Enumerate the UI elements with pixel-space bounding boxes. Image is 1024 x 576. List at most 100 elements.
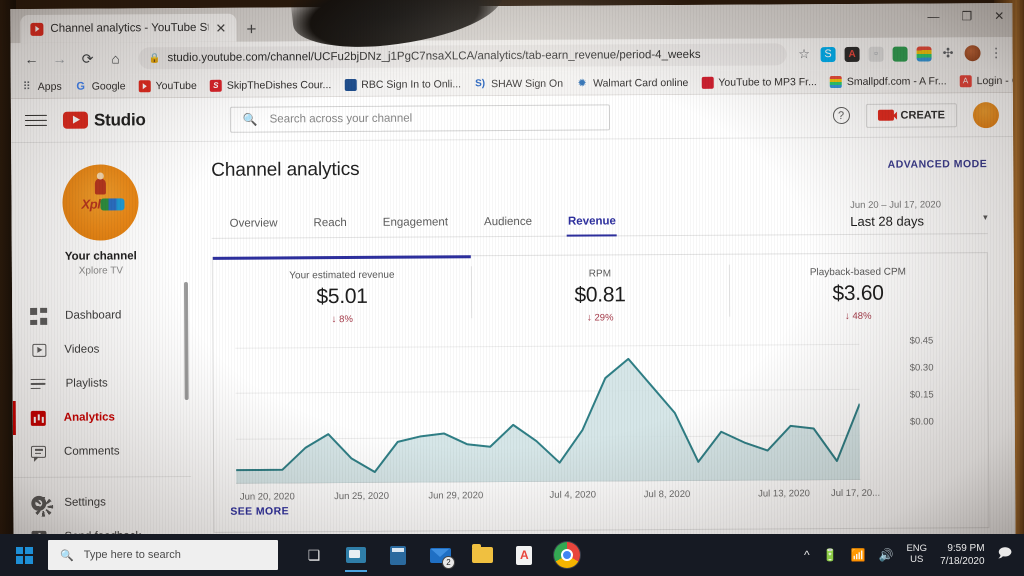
sidebar-item-videos[interactable]: Videos <box>12 332 190 367</box>
app-calculator-icon[interactable] <box>386 543 410 567</box>
bookmark-star-icon[interactable]: ☆ <box>797 46 812 62</box>
studio-logo[interactable]: Studio <box>62 110 146 131</box>
analytics-tabs: Overview Reach Engagement Audience Reven… <box>211 199 988 239</box>
chart-area-fill <box>236 358 861 484</box>
x-tick-label: Jul 17, 20... <box>830 487 881 500</box>
bookmark-shaw[interactable]: S) SHAW Sign On <box>474 77 563 90</box>
bookmark-rbc[interactable]: RBC Sign In to Onli... <box>344 78 461 91</box>
see-more-link[interactable]: SEE MORE <box>230 505 289 517</box>
omnibox-icons: ☆ S A ▫ ✣ ⋮ <box>797 45 1005 62</box>
app-teams-icon[interactable] <box>344 543 368 572</box>
windows-start-icon[interactable] <box>0 534 48 576</box>
profile-avatar-icon[interactable] <box>964 45 981 62</box>
forward-button[interactable]: → <box>47 46 73 72</box>
metric-estimated-revenue[interactable]: Your estimated revenue $5.01 ↓ 8% <box>213 256 471 330</box>
chevron-down-icon[interactable]: ▾ <box>983 199 988 223</box>
bookmark-google[interactable]: G Google <box>75 79 126 93</box>
minimize-button[interactable]: — <box>927 9 939 23</box>
youtube-icon <box>138 79 151 92</box>
y-tick-label: $0.15 <box>909 389 934 401</box>
sidebar-item-analytics[interactable]: Analytics <box>13 400 191 435</box>
reload-button[interactable]: ⟳ <box>75 46 101 72</box>
metric-playback-cpm[interactable]: Playback-based CPM $3.60 ↓ 48% <box>729 253 987 327</box>
app-acrobat-reader-icon[interactable] <box>512 543 536 567</box>
task-view-icon[interactable]: ❏ <box>302 543 326 567</box>
walmart-icon: ✹ <box>577 77 587 90</box>
metric-delta: ↓ 29% <box>471 312 729 325</box>
hamburger-menu-icon[interactable] <box>24 114 48 127</box>
date-range-preset: Last 28 days <box>850 213 924 229</box>
battery-icon[interactable]: 🔋 <box>823 548 838 562</box>
home-button[interactable]: ⌂ <box>103 45 129 71</box>
bookmark-label: SkipTheDishes Cour... <box>226 78 332 92</box>
new-tab-button[interactable]: + <box>246 20 256 39</box>
inactive-extension-icon[interactable]: ▫ <box>868 46 884 62</box>
bookmark-label: SHAW Sign On <box>491 77 564 90</box>
sidebar-item-label: Analytics <box>63 411 115 424</box>
taskbar-search-input[interactable]: 🔍 Type here to search <box>48 540 278 570</box>
bookmark-walmart[interactable]: ✹ Walmart Card online <box>576 76 688 89</box>
sidebar-item-dashboard[interactable]: Dashboard <box>12 298 190 333</box>
smallpdf-extension-icon[interactable] <box>916 45 932 62</box>
app-file-explorer-icon[interactable] <box>470 543 494 567</box>
bookmark-smallpdf[interactable]: Smallpdf.com - A Fr... <box>829 75 947 88</box>
help-question-icon[interactable]: ? <box>832 106 850 125</box>
bookmark-login-gsnfast[interactable]: A Login - Gsnnfast Unl... <box>959 74 1013 87</box>
y-tick-label: $0.00 <box>910 416 934 428</box>
back-button[interactable]: ← <box>19 46 45 72</box>
extensions-puzzle-icon[interactable]: ✣ <box>941 45 956 61</box>
y-axis-labels: $0.45 $0.30 $0.15 $0.00 <box>863 335 934 479</box>
rbc-icon <box>344 78 357 91</box>
address-bar[interactable]: 🔒 studio.youtube.com/channel/UCFu2bjDNz_… <box>138 43 787 70</box>
avatar-figure-icon <box>94 178 106 195</box>
date-range-selector[interactable]: Jun 20 – Jul 17, 2020 Last 28 days ▾ <box>850 199 988 235</box>
tab-engagement[interactable]: Engagement <box>365 216 466 238</box>
wifi-icon[interactable]: 📶 <box>851 548 866 562</box>
advanced-mode-link[interactable]: ADVANCED MODE <box>888 155 988 171</box>
bookmark-apps[interactable]: ⠿ Apps <box>21 80 62 93</box>
skype-extension-icon[interactable]: S <box>820 46 836 62</box>
avatar[interactable] <box>972 101 1000 128</box>
arrow-down-icon: ↓ <box>331 314 337 326</box>
close-window-button[interactable]: ✕ <box>994 9 1004 23</box>
tab-reach[interactable]: Reach <box>296 217 365 238</box>
sidebar-scrollbar[interactable] <box>183 281 189 401</box>
browser-tab[interactable]: Channel analytics - YouTube Stu ✕ <box>20 13 237 44</box>
show-hidden-icons-icon[interactable]: ^ <box>804 548 810 562</box>
tab-audience[interactable]: Audience <box>466 216 550 238</box>
tab-revenue[interactable]: Revenue <box>550 215 634 237</box>
search-icon: 🔍 <box>60 549 74 562</box>
acrobat-extension-icon[interactable]: A <box>844 46 860 62</box>
bookmark-label: YouTube to MP3 Fr... <box>718 75 817 89</box>
bookmark-label: Login - Gsnnfast Unl... <box>976 74 1013 87</box>
region-code: US <box>910 554 924 565</box>
language-indicator[interactable]: ENG US <box>906 543 927 566</box>
sidebar-item-comments[interactable]: Comments <box>13 434 191 469</box>
bookmark-skipthedishes[interactable]: S SkipTheDishes Cour... <box>209 78 332 92</box>
metric-rpm[interactable]: RPM $0.81 ↓ 29% <box>471 255 729 329</box>
revenue-card: Your estimated revenue $5.01 ↓ 8% RPM $0… <box>211 252 990 533</box>
notification-icon[interactable]: 🗩 <box>998 544 1012 566</box>
clock[interactable]: 9:59 PM 7/18/2020 <box>940 542 985 568</box>
sidebar-item-settings[interactable]: Settings <box>13 485 191 520</box>
bookmark-youtube-to-mp3[interactable]: YouTube to MP3 Fr... <box>701 76 817 89</box>
bookmark-label: Google <box>91 79 126 93</box>
globe-extension-icon[interactable] <box>892 46 908 62</box>
maximize-button[interactable]: ❐ <box>961 9 972 23</box>
volume-icon[interactable]: 🔊 <box>879 548 894 562</box>
chrome-menu-icon[interactable]: ⋮ <box>990 45 1003 61</box>
app-google-chrome-icon[interactable] <box>554 542 580 568</box>
sidebar-item-playlists[interactable]: Playlists <box>12 366 190 401</box>
create-button[interactable]: CREATE <box>865 102 958 128</box>
app-mail-icon[interactable]: 2 <box>428 543 455 569</box>
arrow-down-icon: ↓ <box>844 310 850 322</box>
sidebar-item-label: Dashboard <box>65 309 122 322</box>
metric-label: Playback-based CPM <box>809 266 907 279</box>
tab-overview[interactable]: Overview <box>212 217 296 239</box>
channel-search-input[interactable]: 🔍 Search across your channel <box>229 103 610 133</box>
avatar-stripe-icon <box>100 198 125 211</box>
channel-block[interactable]: Xplore Your channel Xplore TV <box>11 156 190 283</box>
window-controls: — ❐ ✕ <box>927 9 1004 23</box>
bookmark-youtube[interactable]: YouTube <box>138 79 197 92</box>
close-icon[interactable]: ✕ <box>215 20 226 35</box>
